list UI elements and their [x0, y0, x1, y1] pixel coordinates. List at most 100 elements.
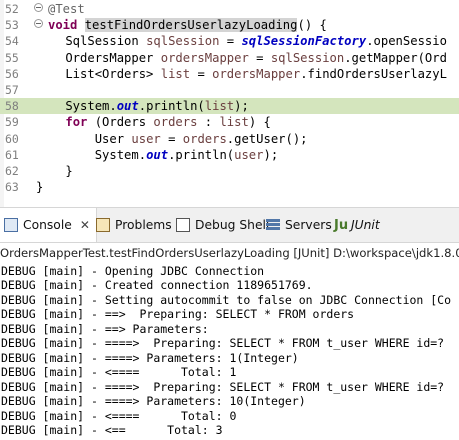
code-token: out	[146, 147, 169, 162]
code-token: sqlSession	[146, 34, 220, 49]
code-token: System.	[36, 147, 147, 162]
code-token: out	[116, 99, 139, 114]
code-line[interactable]: 56 List<Orders> list = ordersMapper.find…	[0, 66, 459, 82]
code-line[interactable]: 63}	[0, 179, 459, 195]
code-token: sqlSession	[270, 50, 345, 65]
code-token: testFindOrdersUserlazyLoading	[84, 18, 298, 33]
code-token: for	[65, 115, 88, 130]
console-icon	[4, 218, 18, 232]
line-number: 53	[5, 18, 19, 33]
fold-toggle-icon[interactable]	[34, 19, 43, 28]
line-number: 60	[5, 131, 19, 146]
code-token: );	[234, 99, 249, 114]
junit-icon: Ju	[334, 218, 349, 233]
code-text: System.out.println(list);	[36, 98, 249, 114]
code-token: SqlSession	[36, 34, 147, 49]
code-line[interactable]: 53 void testFindOrdersUserlazyLoading() {	[0, 17, 459, 33]
line-number: 57	[5, 83, 19, 97]
code-token: (Orders	[87, 115, 154, 130]
code-line[interactable]: 54 SqlSession sqlSession = sqlSessionFac…	[0, 33, 459, 49]
code-token: list	[204, 99, 235, 114]
code-text: User user = orders.getUser();	[36, 131, 308, 147]
code-token: =	[160, 131, 183, 146]
line-number: 52	[5, 2, 19, 16]
code-token: .getUser();	[226, 131, 308, 146]
code-token: ) {	[248, 115, 271, 130]
code-text: @Test	[48, 1, 85, 17]
line-number: 62	[5, 164, 19, 178]
problems-icon	[96, 218, 110, 232]
tab-console[interactable]: Console ✕	[0, 208, 97, 242]
code-token: orders	[153, 115, 198, 130]
line-number: 58	[5, 99, 19, 114]
code-editor[interactable]: 52 @Test 53 void testFindOrdersUserlazyLoad…	[0, 0, 459, 207]
line-number: 55	[5, 50, 19, 65]
close-icon[interactable]: ✕	[80, 218, 90, 232]
tab-servers[interactable]: Servers	[266, 208, 332, 242]
code-token: orders	[182, 131, 227, 146]
console-tab-bar: Console ✕ Problems Debug Shell Servers J…	[0, 207, 459, 243]
line-number: 61	[5, 147, 19, 162]
code-text: void testFindOrdersUserlazyLoading() {	[48, 17, 327, 33]
code-line[interactable]: 59 for (Orders orders : list) {	[0, 114, 459, 130]
code-token: @Test	[48, 2, 85, 16]
code-token: .println(	[138, 99, 205, 114]
code-token: () {	[297, 18, 327, 33]
line-number: 54	[5, 34, 19, 49]
code-text: }	[36, 163, 73, 179]
code-token: :	[197, 115, 220, 130]
code-text: List<Orders> list = ordersMapper.findOrd…	[36, 66, 447, 82]
code-text: SqlSession sqlSession = sqlSessionFactor…	[36, 33, 447, 49]
tab-debug-shell-label: Debug Shell	[195, 218, 270, 232]
code-token: List<Orders>	[36, 66, 161, 81]
code-token: user	[234, 147, 264, 162]
code-token: .getMapper(Ord	[344, 50, 447, 65]
code-token: .println(	[168, 147, 235, 162]
tab-junit[interactable]: Ju JUnit	[334, 208, 380, 242]
code-line[interactable]: 61 System.out.println(user);	[0, 147, 459, 163]
code-token: =	[248, 50, 271, 65]
code-token: =	[219, 34, 242, 49]
code-line[interactable]: 60 User user = orders.getUser();	[0, 131, 459, 147]
debug-shell-icon	[176, 218, 190, 232]
code-line[interactable]: 62 }	[0, 163, 459, 179]
code-text: OrdersMapper ordersMapper = sqlSession.g…	[36, 50, 447, 66]
code-line[interactable]: 55 OrdersMapper ordersMapper = sqlSessio…	[0, 50, 459, 66]
code-token: ordersMapper	[212, 66, 301, 81]
code-token: }	[36, 180, 44, 195]
tab-console-label: Console	[23, 218, 72, 232]
servers-icon	[266, 219, 280, 231]
code-token: );	[263, 147, 279, 162]
line-number: 63	[5, 180, 19, 195]
console-output[interactable]: DEBUG [main] - Opening JDBC Connection DE…	[0, 263, 459, 440]
code-token: user	[131, 131, 161, 146]
code-text: for (Orders orders : list) {	[36, 114, 271, 130]
tab-problems[interactable]: Problems	[96, 208, 172, 242]
code-token: }	[36, 164, 73, 178]
code-token: ordersMapper	[160, 50, 249, 65]
code-token: System.	[36, 99, 117, 114]
code-text: }	[36, 179, 43, 195]
console-output-line: DEBUG [main] - <== Total: 3	[1, 422, 223, 437]
code-line[interactable]: 58 System.out.println(list);	[0, 98, 459, 115]
code-token: void	[48, 18, 85, 33]
fold-toggle-icon[interactable]	[34, 3, 43, 12]
code-token: User	[36, 131, 132, 146]
tab-debug-shell[interactable]: Debug Shell	[176, 208, 269, 242]
code-token: list	[219, 115, 249, 130]
tab-problems-label: Problems	[115, 218, 172, 232]
code-token: sqlSessionFactory	[241, 34, 367, 49]
code-line[interactable]: 52 @Test	[0, 1, 459, 17]
code-line[interactable]: 57	[0, 82, 459, 98]
code-token: .findOrdersUserlazyL	[300, 66, 447, 81]
tab-junit-label: JUnit	[351, 218, 380, 232]
launch-description: OrdersMapperTest.testFindOrdersUserlazyL…	[0, 243, 459, 263]
tab-servers-label: Servers	[285, 218, 332, 232]
line-number: 56	[5, 66, 19, 81]
code-token: list	[160, 66, 191, 81]
code-token: =	[190, 66, 213, 81]
line-number: 59	[5, 115, 19, 130]
code-text: System.out.println(user);	[36, 147, 278, 163]
code-token: OrdersMapper	[36, 50, 161, 65]
